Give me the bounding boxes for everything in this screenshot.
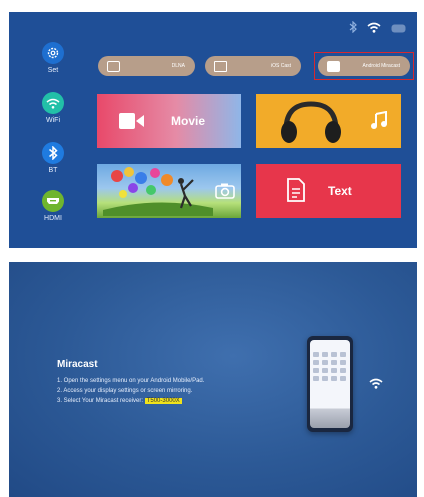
photo-tile[interactable] [97,164,241,218]
miracast-step-1: 1. Open the settings menu on your Androi… [57,378,205,384]
cast-icon [214,60,227,72]
miracast-step-3: 3. Select Your Miracast receiver: T500-3… [57,398,182,404]
text-tile[interactable]: Text [256,164,401,218]
phone-illustration [307,336,353,432]
home-screen: Set WiFi BT HDMI DLNA iOS Cast Android M… [9,12,417,248]
headphones-image [276,100,346,148]
status-bar [349,20,407,38]
ios-cast-label: iOS Cast [270,63,291,69]
hdmi-icon [42,190,64,212]
text-label: Text [328,184,352,198]
movie-label: Movie [171,114,206,128]
nav-bt[interactable]: BT [34,142,72,174]
bluetooth-status-icon [349,20,357,38]
bluetooth-icon [42,142,64,164]
ios-cast-button[interactable]: iOS Cast [205,56,301,76]
nav-hdmi-label: HDMI [44,215,62,222]
camera-icon [215,183,235,204]
nav-bt-label: BT [48,167,58,174]
battery-icon [391,20,407,38]
tv-icon [107,60,120,72]
miracast-step-3-text: 3. Select Your Miracast receiver: [57,398,144,404]
document-icon [286,178,306,207]
nav-hdmi[interactable]: HDMI [34,190,72,222]
nav-set[interactable]: Set [34,42,72,74]
music-note-icon [369,110,389,136]
miracast-screen: Miracast 1. Open the settings menu on yo… [9,262,417,497]
nav-wifi[interactable]: WiFi [34,92,72,124]
dlna-button[interactable]: DLNA [98,56,195,76]
phone-screen [310,340,350,428]
settings-icon [42,42,64,64]
wifi-icon [42,92,64,114]
nav-wifi-label: WiFi [46,117,60,124]
miracast-title: Miracast [57,359,98,370]
quick-settings-grid [313,352,347,381]
dlna-label: DLNA [171,63,185,69]
receiver-name-badge: T500-3000X [144,398,182,404]
nav-set-label: Set [47,67,59,74]
video-camera-icon [119,112,145,135]
movie-tile[interactable]: Movie [97,94,241,148]
music-tile[interactable] [256,94,401,148]
balloons-photo [103,166,213,218]
wifi-status-icon [367,20,381,38]
wifi-cast-icon [369,376,383,394]
miracast-highlight [314,52,414,80]
miracast-step-2: 2. Access your display settings or scree… [57,388,193,394]
